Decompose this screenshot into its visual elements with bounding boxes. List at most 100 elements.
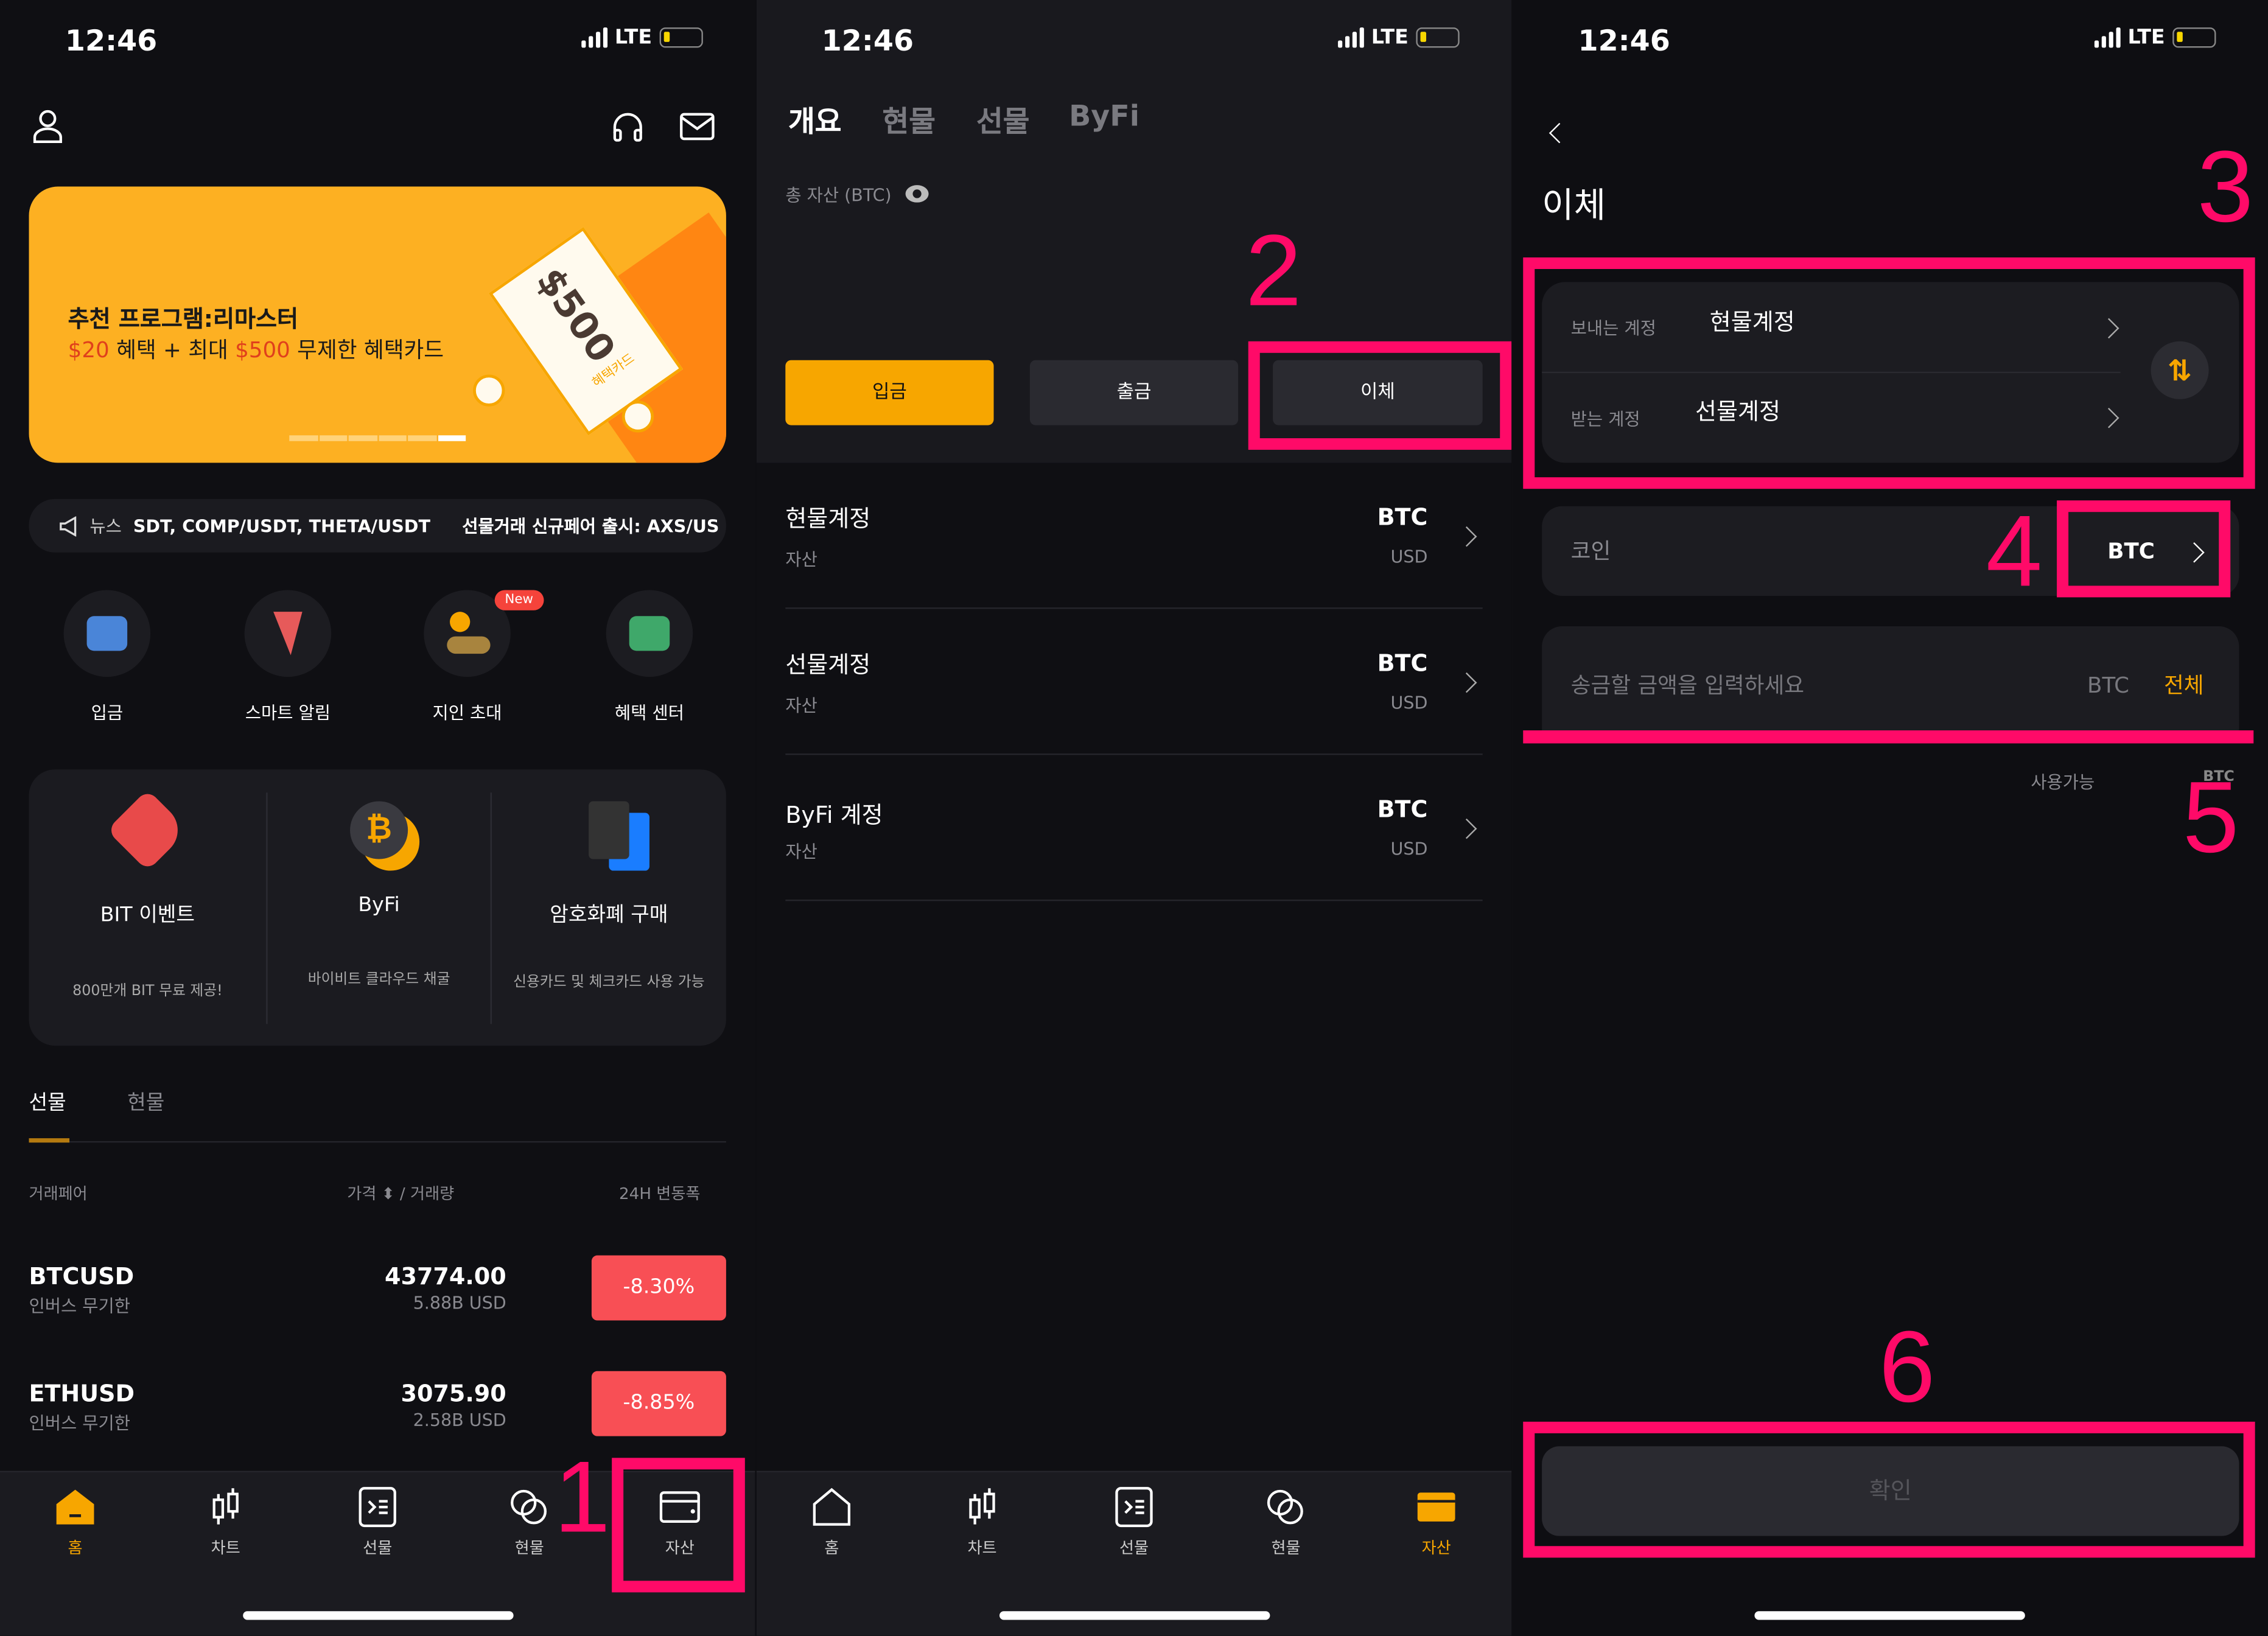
card-buy-crypto[interactable]: 암호화폐 구매 신용카드 및 체크카드 사용 가능 bbox=[492, 769, 726, 1046]
annotation-box-6 bbox=[1523, 1421, 2255, 1558]
annotation-6: 6 bbox=[1878, 1310, 1936, 1424]
alert-icon bbox=[244, 590, 332, 677]
account-row-byfi[interactable]: ByFi 계정 자산 BTC USD bbox=[785, 755, 1483, 901]
banner-subtitle: $20 혜택 + 최대 $500 무제한 혜택카드 bbox=[68, 337, 444, 363]
change-badge: -8.30% bbox=[591, 1255, 726, 1321]
transfer-screen: 12:46 LTE 이체 보내는 계정 현물계정 받는 계정 선물계정 ⇅ 코인… bbox=[1513, 0, 2268, 1636]
nav-assets[interactable]: 자산 bbox=[1379, 1487, 1494, 1559]
battery-icon bbox=[2172, 27, 2216, 48]
eye-icon[interactable] bbox=[904, 184, 930, 204]
megaphone-icon bbox=[60, 516, 77, 536]
candlestick-icon bbox=[212, 1488, 239, 1525]
annotation-box-3 bbox=[1523, 257, 2255, 489]
back-chevron-icon[interactable] bbox=[1549, 122, 1570, 144]
new-badge: New bbox=[494, 590, 544, 610]
tab-byfi[interactable]: ByFi bbox=[1069, 99, 1139, 133]
page-title: 이체 bbox=[1542, 185, 1606, 226]
shortcut-invite[interactable]: 지인 초대 bbox=[424, 590, 511, 735]
news-item[interactable]: SDT, COMP/USDT, THETA/USDT bbox=[133, 516, 430, 536]
chevron-right-icon bbox=[1456, 818, 1477, 839]
tab-spot[interactable]: 현물 bbox=[883, 99, 936, 141]
news-label: 뉴스 bbox=[89, 516, 122, 537]
reward-icon bbox=[606, 590, 693, 677]
home-icon bbox=[56, 1489, 94, 1525]
amount-unit: BTC bbox=[2087, 672, 2130, 699]
battery-icon bbox=[1415, 27, 1460, 48]
banner-pagination[interactable] bbox=[289, 435, 466, 441]
nav-chart[interactable]: 차트 bbox=[168, 1487, 284, 1559]
news-ticker[interactable]: 뉴스 SDT, COMP/USDT, THETA/USDT 선물거래 신규페어 … bbox=[29, 498, 726, 553]
promo-banner[interactable]: 추천 프로그램:리마스터 $20 혜택 + 최대 $500 무제한 혜택카드 $… bbox=[29, 186, 726, 463]
home-icon bbox=[813, 1487, 851, 1526]
col-24h-change[interactable]: 24H 변동폭 bbox=[619, 1181, 700, 1204]
tab-overview[interactable]: 개요 bbox=[788, 99, 841, 141]
home-screen: 12:46 LTE 추천 프로그램:리마스터 $20 혜택 + 최대 $500 … bbox=[0, 0, 755, 1636]
table-row[interactable]: ETHUSD 인버스 무기한 3075.90 2.58B USD -8.85% bbox=[0, 1362, 755, 1449]
withdraw-button[interactable]: 출금 bbox=[1029, 360, 1239, 425]
card-bit-event[interactable]: BIT 이벤트 800만개 BIT 무료 제공! bbox=[29, 769, 267, 1046]
status-bar: LTE bbox=[581, 26, 703, 49]
tab-futures[interactable]: 선물 bbox=[29, 1088, 66, 1117]
mail-icon[interactable] bbox=[680, 113, 715, 142]
nav-home[interactable]: 홈 bbox=[774, 1487, 889, 1559]
nav-spot[interactable]: 현물 bbox=[1228, 1487, 1343, 1559]
coin-icon bbox=[473, 374, 505, 407]
amount-field[interactable]: 송금할 금액을 입력하세요 BTC 전체 bbox=[1542, 626, 2239, 739]
status-time: 12:46 bbox=[821, 23, 914, 58]
max-button[interactable]: 전체 bbox=[2164, 669, 2204, 700]
annotation-4: 4 bbox=[1986, 494, 2043, 608]
available-label: 사용가능 bbox=[2031, 772, 2095, 793]
shortcut-deposit[interactable]: 입금 bbox=[63, 590, 151, 735]
status-time: 12:46 bbox=[65, 23, 158, 58]
annotation-3: 3 bbox=[2197, 130, 2254, 243]
assets-screen: 12:46 LTE 개요 현물 선물 ByFi 총 자산 (BTC) 입금 출금… bbox=[756, 0, 1512, 1636]
status-bar: LTE bbox=[2094, 26, 2216, 49]
nav-chart[interactable]: 차트 bbox=[924, 1487, 1040, 1559]
headset-icon[interactable] bbox=[611, 110, 645, 145]
signal-icon bbox=[1338, 27, 1364, 48]
account-row-spot[interactable]: 현물계정 자산 BTC USD bbox=[785, 463, 1483, 609]
annotation-box-4 bbox=[2057, 500, 2231, 598]
battery-icon bbox=[659, 27, 703, 48]
futures-icon bbox=[359, 1487, 396, 1528]
annotation-2: 2 bbox=[1245, 214, 1302, 327]
shortcut-reward-center[interactable]: 혜택 센터 bbox=[606, 590, 693, 735]
shortcut-smart-alert[interactable]: 스마트 알림 bbox=[244, 590, 332, 735]
coin-icon bbox=[621, 400, 654, 433]
table-row[interactable]: BTCUSD 인버스 무기한 43774.00 5.88B USD -8.30% bbox=[0, 1246, 755, 1334]
tab-futures[interactable]: 선물 bbox=[976, 99, 1029, 141]
change-badge: -8.85% bbox=[591, 1371, 726, 1436]
banner-title: 추천 프로그램:리마스터 bbox=[68, 305, 298, 333]
wallet-icon bbox=[63, 590, 151, 677]
amount-input[interactable]: 송금할 금액을 입력하세요 bbox=[1571, 669, 1804, 700]
account-row-futures[interactable]: 선물계정 자산 BTC USD bbox=[785, 609, 1483, 755]
status-bar: LTE bbox=[1338, 26, 1460, 49]
user-icon[interactable] bbox=[32, 108, 63, 144]
nav-futures[interactable]: 선물 bbox=[1076, 1487, 1192, 1559]
chevron-right-icon bbox=[1456, 672, 1477, 693]
annotation-1: 1 bbox=[554, 1440, 611, 1554]
tab-spot[interactable]: 현물 bbox=[127, 1088, 164, 1117]
chevron-right-icon bbox=[1456, 526, 1477, 547]
deposit-button[interactable]: 입금 bbox=[785, 360, 994, 425]
nav-home[interactable]: 홈 bbox=[18, 1487, 133, 1559]
home-indicator bbox=[999, 1611, 1270, 1620]
tab-divider bbox=[29, 1141, 726, 1143]
spot-icon bbox=[1267, 1489, 1303, 1525]
tab-underline bbox=[29, 1138, 70, 1143]
home-indicator bbox=[243, 1611, 514, 1620]
feature-cards: BIT 이벤트 800만개 BIT 무료 제공! ₿ ByFi 바이비트 클라우… bbox=[29, 769, 726, 1046]
col-price-volume[interactable]: 가격 ⬍ / 거래량 bbox=[347, 1181, 454, 1204]
card-byfi[interactable]: ₿ ByFi 바이비트 클라우드 채굴 bbox=[268, 769, 491, 1046]
card-icon bbox=[589, 801, 629, 859]
annotation-underline-5 bbox=[1523, 730, 2254, 744]
signal-icon bbox=[581, 27, 608, 48]
candlestick-icon bbox=[969, 1488, 995, 1525]
annotation-box-1 bbox=[612, 1458, 745, 1593]
col-pair[interactable]: 거래페어 bbox=[29, 1181, 88, 1204]
nav-futures[interactable]: 선물 bbox=[320, 1487, 435, 1559]
network-label: LTE bbox=[614, 26, 653, 49]
news-item[interactable]: 선물거래 신규페어 출시: AXS/US bbox=[462, 514, 719, 538]
annotation-box-2 bbox=[1248, 341, 1512, 450]
futures-icon bbox=[1115, 1487, 1153, 1528]
